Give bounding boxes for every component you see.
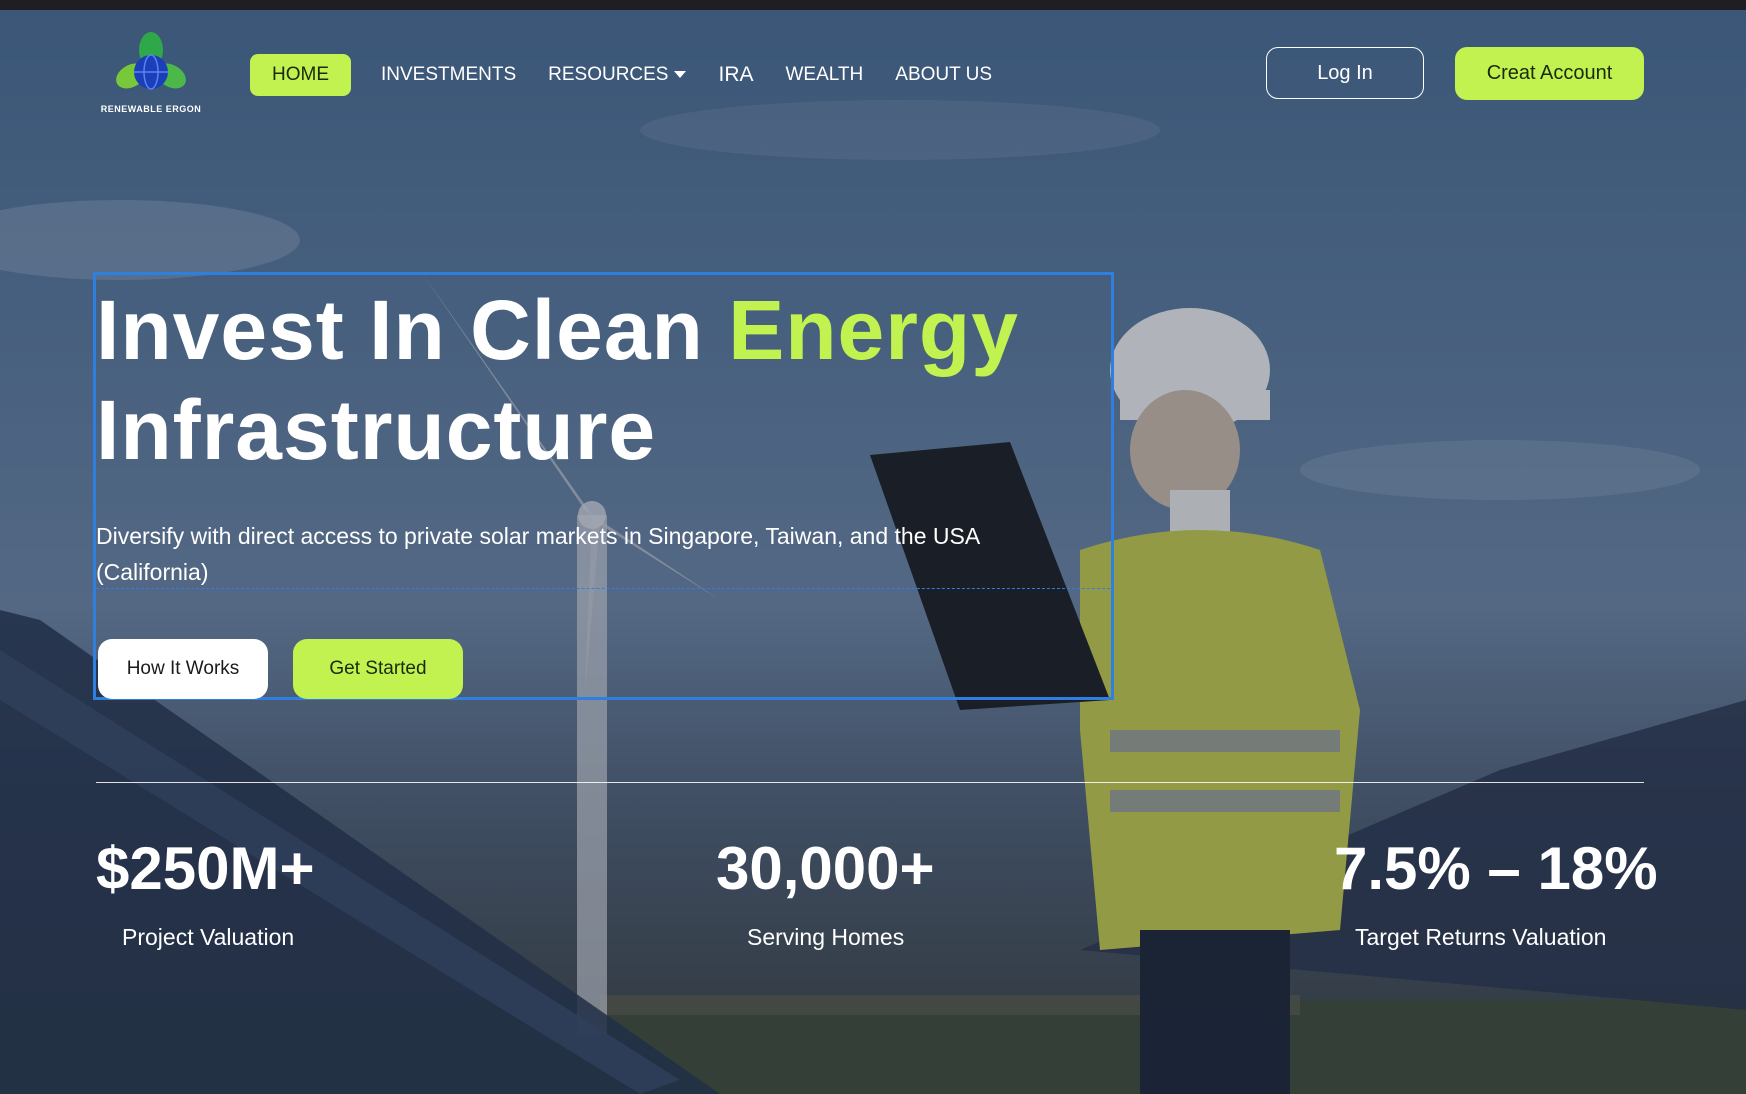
nav-item-ira[interactable]: IRA — [702, 53, 769, 97]
page-frame: RENEWABLE ERGON HOME INVESTMENTS RESOURC… — [0, 10, 1746, 1094]
stat-homes-label: Serving Homes — [747, 924, 905, 950]
how-it-works-button[interactable]: How It Works — [98, 639, 268, 699]
globe-leaves-icon — [116, 32, 186, 90]
caret-down-icon — [674, 71, 687, 79]
brand-name: RENEWABLE ERGON — [100, 104, 202, 114]
hero-title-part1: Invest In Clean — [96, 283, 729, 377]
hero-title-accent: Energy — [728, 283, 1019, 377]
hero-guide-line — [96, 588, 1110, 589]
hero-title-part2: Infrastructure — [96, 383, 657, 477]
stats-divider — [96, 782, 1644, 783]
hero-title: Invest In Clean Energy Infrastructure — [96, 280, 1096, 480]
nav-item-resources[interactable]: RESOURCES — [532, 54, 702, 96]
stat-valuation-label: Project Valuation — [122, 924, 295, 950]
nav-item-about-us[interactable]: ABOUT US — [879, 54, 1008, 96]
create-account-button[interactable]: Creat Account — [1455, 47, 1644, 100]
nav-item-wealth[interactable]: WEALTH — [770, 54, 880, 96]
brand-logo[interactable]: RENEWABLE ERGON — [96, 32, 206, 122]
nav-item-resources-label: RESOURCES — [548, 64, 669, 85]
stat-valuation-value: $250M+ — [96, 835, 315, 902]
get-started-button[interactable]: Get Started — [293, 639, 463, 699]
stat-homes-value: 30,000+ — [716, 835, 935, 902]
stat-returns-label: Target Returns Valuation — [1355, 924, 1607, 950]
main-nav: HOME INVESTMENTS RESOURCES IRA WEALTH AB… — [250, 53, 1008, 97]
hero-subtitle: Diversify with direct access to private … — [96, 523, 979, 585]
nav-item-home[interactable]: HOME — [250, 54, 351, 96]
nav-item-investments[interactable]: INVESTMENTS — [365, 54, 532, 96]
login-button[interactable]: Log In — [1266, 47, 1424, 99]
stat-returns-value: 7.5% – 18% — [1334, 835, 1658, 902]
